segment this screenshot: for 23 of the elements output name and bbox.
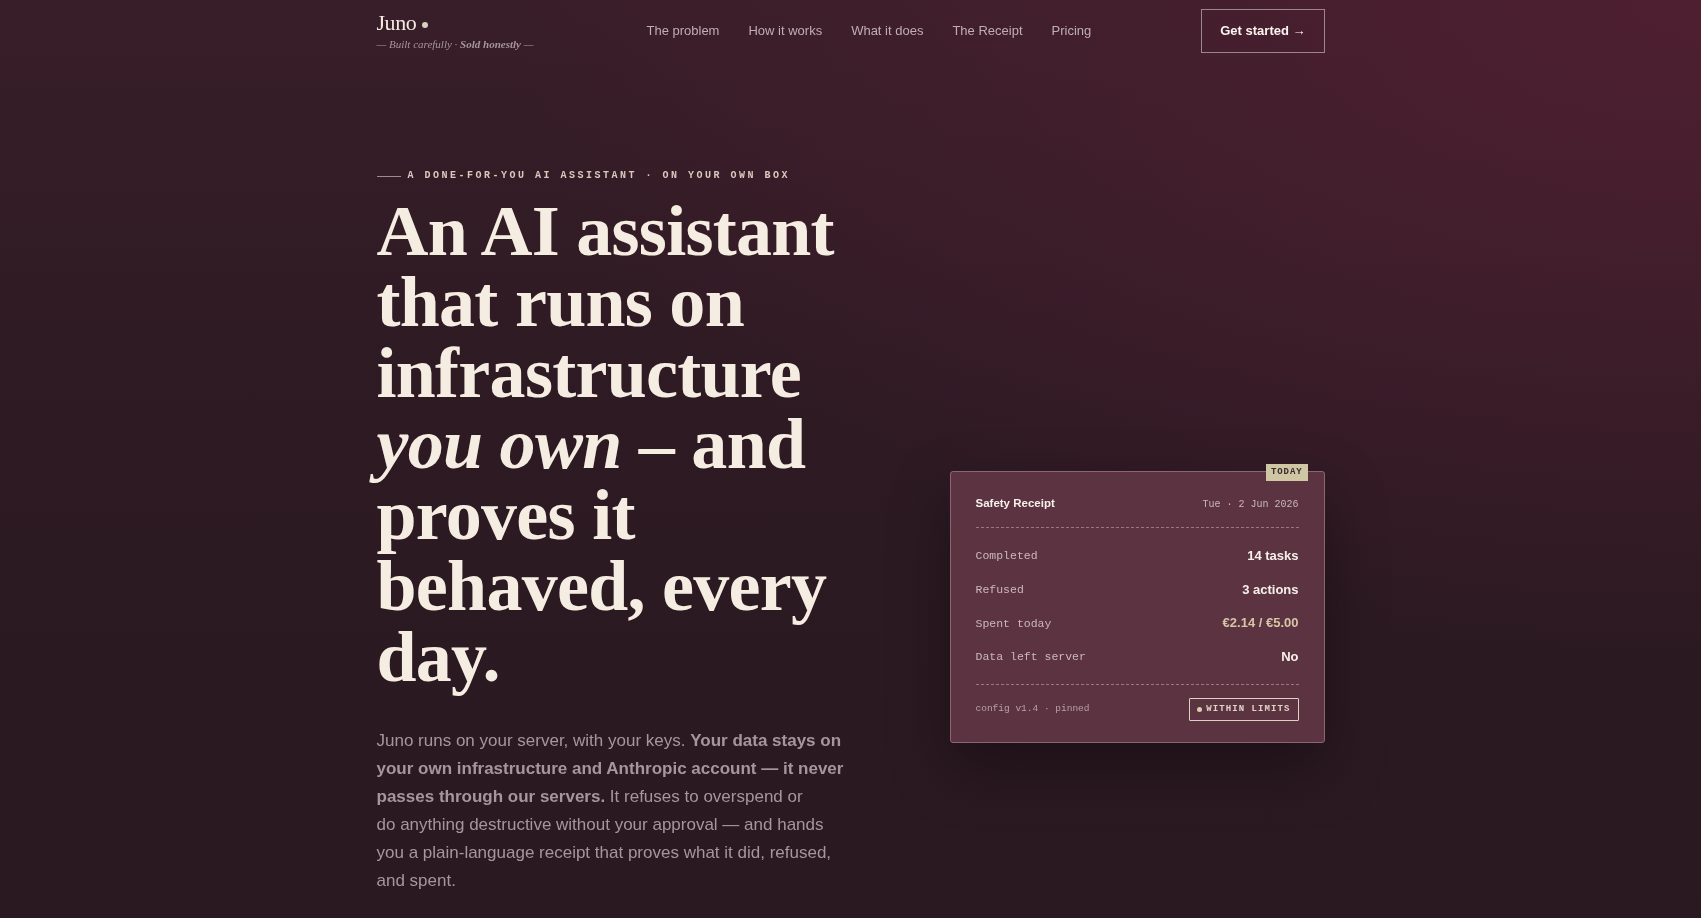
- receipt-label: Data left server: [975, 649, 1086, 666]
- receipt-value: No: [1281, 648, 1299, 667]
- tagline: — Built carefully · Sold honestly —: [376, 37, 534, 51]
- receipt-value: €2.14 / €5.00: [1222, 614, 1299, 633]
- intro-paragraph: Juno runs on your server, with your keys. Your data stays on your own infrastructure and Anthropic account — it never passes through our servers. It refuses to overspend or do anything destructive without your approval — and hands you a plain-language receipt that proves what it did, refused, and spent.: [376, 730, 845, 892]
- receipt-label: Refused: [975, 581, 1024, 598]
- eyebrow-text: A DONE-FOR-YOU AI ASSISTANT · ON YOUR OWN BOX: [407, 169, 791, 183]
- logo-wordmark[interactable]: Juno: [376, 11, 417, 35]
- receipt-title: Safety Receipt: [975, 496, 1055, 512]
- receipt-value: 3 actions: [1242, 580, 1299, 599]
- receipt-label: Completed: [975, 548, 1038, 565]
- nav-link[interactable]: The problem: [646, 23, 720, 39]
- nav-link[interactable]: What it does: [851, 23, 924, 39]
- receipt-value: 14 tasks: [1247, 547, 1299, 566]
- nav-link[interactable]: The Receipt: [952, 23, 1023, 39]
- nav-link[interactable]: Pricing: [1051, 23, 1092, 39]
- nav-link[interactable]: How it works: [748, 23, 823, 39]
- get-started-button[interactable]: Get started →: [1201, 9, 1325, 53]
- status-text: WITHIN LIMITS: [1206, 702, 1291, 716]
- config-version: config v1.4 · pinned: [975, 702, 1090, 717]
- today-badge: TODAY: [1266, 464, 1308, 481]
- receipt-label: Spent today: [975, 615, 1052, 632]
- receipt-date: Tue · 2 Jun 2026: [1202, 497, 1299, 512]
